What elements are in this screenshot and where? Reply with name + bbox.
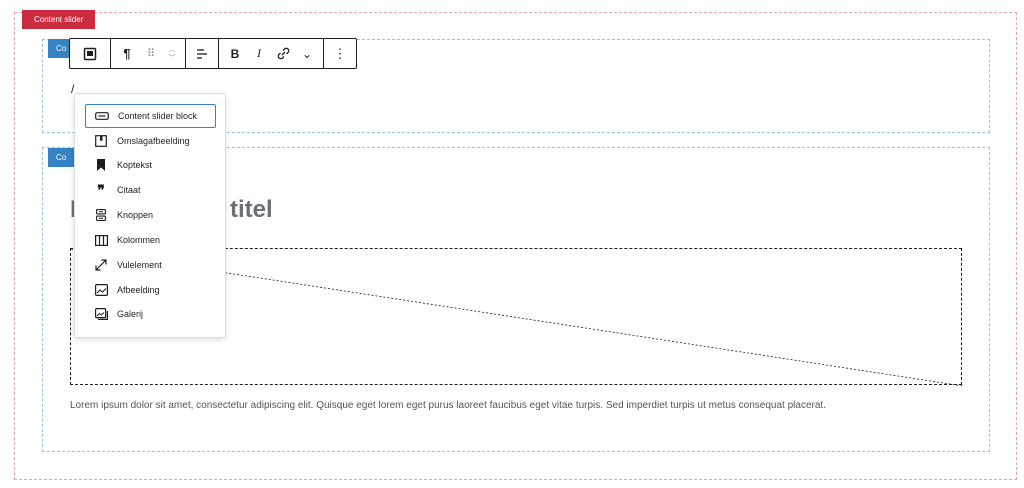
cover-icon (94, 134, 108, 148)
dropdown-item-koptekst[interactable]: Koptekst (85, 153, 216, 177)
block-toolbar: ¶ ⠿ ︿ ﹀ B I ⌄ ⋮ (69, 38, 357, 69)
buttons-icon (94, 208, 108, 222)
block-paragraph[interactable]: Lorem ipsum dolor sit amet, consectetur … (70, 400, 826, 411)
dropdown-item-label: Afbeelding (117, 285, 160, 295)
dropdown-item-galerij[interactable]: Galerij (85, 302, 216, 326)
move-up-icon[interactable]: ︿ (169, 45, 176, 54)
block-movers: ︿ ﹀ (163, 39, 181, 68)
dropdown-item-citaat[interactable]: ❞ Citaat (85, 178, 216, 202)
toolbar-group-format: B I ⌄ (219, 39, 324, 68)
dropdown-item-label: Omslagafbeelding (117, 136, 190, 146)
bold-button[interactable]: B (223, 39, 247, 68)
dropdown-item-label: Galerij (117, 309, 144, 319)
drag-icon: ⠿ (146, 48, 156, 60)
align-left-icon (197, 48, 207, 59)
more-formats-button[interactable]: ⌄ (295, 39, 319, 68)
dropdown-item-label: Content slider block (118, 111, 198, 121)
link-icon (277, 47, 289, 60)
toolbar-group-parent (70, 39, 111, 68)
italic-icon: I (257, 46, 261, 60)
paragraph-block-button[interactable]: ¶ (115, 39, 139, 68)
slider-parent-icon (83, 47, 97, 60)
options-button[interactable]: ⋮ (328, 39, 352, 68)
dropdown-item-afbeelding[interactable]: Afbeelding (85, 278, 216, 302)
select-parent-button[interactable] (74, 39, 106, 68)
bold-icon: B (230, 46, 240, 61)
chevron-down-icon: ⌄ (301, 46, 313, 61)
link-button[interactable] (271, 39, 295, 68)
quote-icon: ❞ (97, 182, 105, 198)
toolbar-group-align (186, 39, 219, 68)
dropdown-item-label: Vulelement (117, 260, 162, 270)
dropdown-item-knoppen[interactable]: Knoppen (85, 203, 216, 227)
block-heading-end[interactable]: titel (230, 196, 273, 224)
dropdown-item-omslagafbeelding[interactable]: Omslagafbeelding (85, 129, 216, 153)
block-inserter-dropdown: Content slider block Omslagafbeelding Ko… (74, 93, 226, 338)
dropdown-item-vulelement[interactable]: Vulelement (85, 253, 216, 277)
expand-icon (94, 258, 108, 272)
content-slider-label[interactable]: Content slider (22, 10, 96, 29)
dropdown-item-kolommen[interactable]: Kolommen (85, 228, 216, 252)
toolbar-group-options: ⋮ (324, 39, 356, 68)
italic-button[interactable]: I (247, 39, 271, 68)
dropdown-item-label: Citaat (117, 185, 141, 195)
image-icon (94, 283, 108, 297)
dropdown-item-label: Koptekst (117, 160, 153, 170)
dropdown-item-label: Kolommen (117, 235, 161, 245)
paragraph-icon: ¶ (123, 46, 131, 61)
move-down-icon[interactable]: ﹀ (169, 54, 176, 63)
columns-icon (94, 233, 108, 247)
more-vertical-icon: ⋮ (333, 45, 347, 61)
dropdown-item-content-slider-block[interactable]: Content slider block (85, 104, 216, 128)
toolbar-group-block: ¶ ⠿ ︿ ﹀ (111, 39, 186, 68)
dropdown-item-label: Knoppen (117, 210, 154, 220)
drag-handle[interactable]: ⠿ (139, 39, 163, 68)
slider-icon (95, 109, 109, 123)
align-button[interactable] (190, 39, 214, 68)
gallery-icon (94, 307, 108, 321)
bookmark-icon (94, 158, 108, 172)
inner-block-2-tag[interactable]: Co (48, 148, 75, 167)
